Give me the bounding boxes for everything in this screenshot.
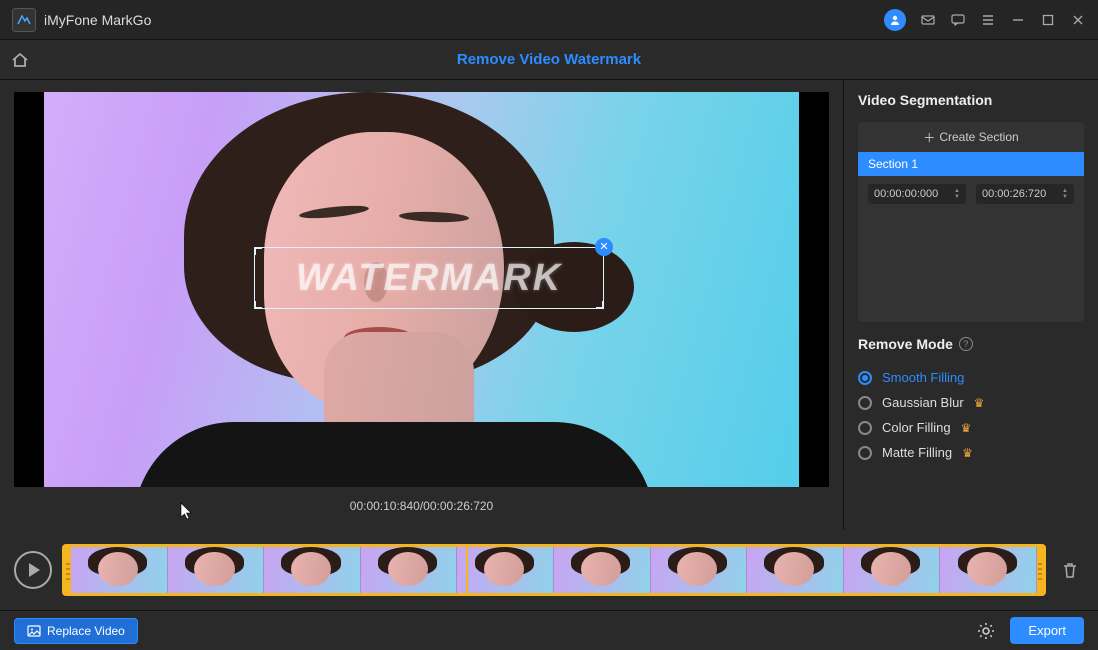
remove-mode-title-row: Remove Mode ?: [858, 336, 1084, 352]
mode-label: Smooth Filling: [882, 370, 964, 385]
stepper-arrows-icon[interactable]: ▲▼: [1062, 188, 1068, 200]
section-item[interactable]: Section 1: [858, 152, 1084, 176]
plus-icon: ＋: [923, 129, 935, 146]
mode-label: Matte Filling: [882, 445, 952, 460]
titlebar-right: [884, 9, 1086, 31]
timeline-thumbnail[interactable]: [361, 547, 458, 593]
timecode-display: 00:00:10:840/00:00:26:720: [14, 487, 829, 513]
watermark-overlay-text: WATERMARK: [296, 257, 562, 300]
remove-mode-option[interactable]: Gaussian Blur ♛: [858, 395, 1084, 410]
settings-button[interactable]: [976, 621, 996, 641]
segmentation-title: Video Segmentation: [858, 92, 1084, 108]
end-time-value: 00:00:26:720: [982, 188, 1046, 200]
timeline[interactable]: [62, 544, 1046, 596]
remove-mode-option[interactable]: Smooth Filling: [858, 370, 1084, 385]
delete-button[interactable]: [1056, 556, 1084, 584]
crown-icon: ♛: [961, 421, 972, 435]
stepper-arrows-icon[interactable]: ▲▼: [954, 188, 960, 200]
bottom-bar: Replace Video Export: [0, 610, 1098, 650]
user-account-icon[interactable]: [884, 9, 906, 31]
create-section-button[interactable]: ＋ Create Section: [858, 122, 1084, 152]
mail-icon[interactable]: [920, 12, 936, 28]
maximize-icon[interactable]: [1040, 12, 1056, 28]
play-icon: [29, 563, 40, 577]
timeline-thumbnail[interactable]: [264, 547, 361, 593]
start-time-stepper[interactable]: 00:00:00:000 ▲▼: [868, 184, 966, 204]
export-label: Export: [1028, 623, 1066, 638]
info-icon[interactable]: ?: [959, 337, 973, 351]
start-time-value: 00:00:00:000: [874, 188, 938, 200]
crown-icon: ♛: [974, 396, 985, 410]
timeline-thumbnail[interactable]: [457, 547, 554, 593]
timeline-thumbnail[interactable]: [168, 547, 265, 593]
mode-label: Color Filling: [882, 420, 951, 435]
app-logo-icon: [12, 8, 36, 32]
end-time-stepper[interactable]: 00:00:26:720 ▲▼: [976, 184, 1074, 204]
remove-mode-list: Smooth FillingGaussian Blur♛Color Fillin…: [858, 370, 1084, 460]
radio-icon: [858, 396, 872, 410]
play-button[interactable]: [14, 551, 52, 589]
mode-label: Gaussian Blur: [882, 395, 964, 410]
feedback-icon[interactable]: [950, 12, 966, 28]
side-panel: Video Segmentation ＋ Create Section Sect…: [843, 80, 1098, 530]
remove-selection-icon[interactable]: ✕: [595, 238, 613, 256]
close-icon[interactable]: [1070, 12, 1086, 28]
create-section-label: Create Section: [939, 130, 1018, 144]
timeline-thumbnail[interactable]: [844, 547, 941, 593]
thumbnail-strip[interactable]: [71, 547, 1037, 593]
timeline-thumbnail[interactable]: [71, 547, 168, 593]
playhead[interactable]: [466, 544, 468, 595]
section-name: Section 1: [868, 157, 918, 171]
page-title: Remove Video Watermark: [457, 51, 641, 68]
titlebar-left: iMyFone MarkGo: [12, 8, 151, 32]
bottom-right: Export: [976, 617, 1084, 644]
menu-icon[interactable]: [980, 12, 996, 28]
timeline-thumbnail[interactable]: [554, 547, 651, 593]
timeline-thumbnail[interactable]: [940, 547, 1037, 593]
remove-mode-title: Remove Mode: [858, 336, 953, 352]
radio-icon: [858, 421, 872, 435]
gear-icon: [976, 621, 996, 641]
image-icon: [27, 624, 41, 638]
crown-icon: ♛: [962, 446, 973, 460]
minimize-icon[interactable]: [1010, 12, 1026, 28]
radio-icon: [858, 371, 872, 385]
timeline-thumbnail[interactable]: [747, 547, 844, 593]
resize-handle-br[interactable]: [596, 301, 604, 309]
titlebar: iMyFone MarkGo: [0, 0, 1098, 40]
replace-video-label: Replace Video: [47, 624, 125, 638]
watermark-selection-box[interactable]: WATERMARK ✕: [254, 247, 604, 309]
preview-pane: WATERMARK ✕ 00:00:10:840/00:00:26:720: [0, 80, 843, 530]
timeline-thumbnail[interactable]: [651, 547, 748, 593]
time-inputs: 00:00:00:000 ▲▼ 00:00:26:720 ▲▼: [858, 176, 1084, 212]
resize-handle-bl[interactable]: [254, 301, 262, 309]
remove-mode-option[interactable]: Color Filling ♛: [858, 420, 1084, 435]
trim-handle-right[interactable]: [1037, 547, 1043, 593]
app-title: iMyFone MarkGo: [44, 12, 151, 28]
header-row: Remove Video Watermark: [0, 40, 1098, 80]
remove-mode-option[interactable]: Matte Filling ♛: [858, 445, 1084, 460]
video-preview[interactable]: WATERMARK ✕: [14, 92, 829, 487]
radio-icon: [858, 446, 872, 460]
main-area: WATERMARK ✕ 00:00:10:840/00:00:26:720 Vi…: [0, 80, 1098, 530]
timeline-row: [0, 530, 1098, 610]
segmentation-box: ＋ Create Section Section 1 00:00:00:000 …: [858, 122, 1084, 322]
home-button[interactable]: [0, 50, 40, 70]
replace-video-button[interactable]: Replace Video: [14, 618, 138, 644]
export-button[interactable]: Export: [1010, 617, 1084, 644]
resize-handle-tl[interactable]: [254, 247, 262, 255]
